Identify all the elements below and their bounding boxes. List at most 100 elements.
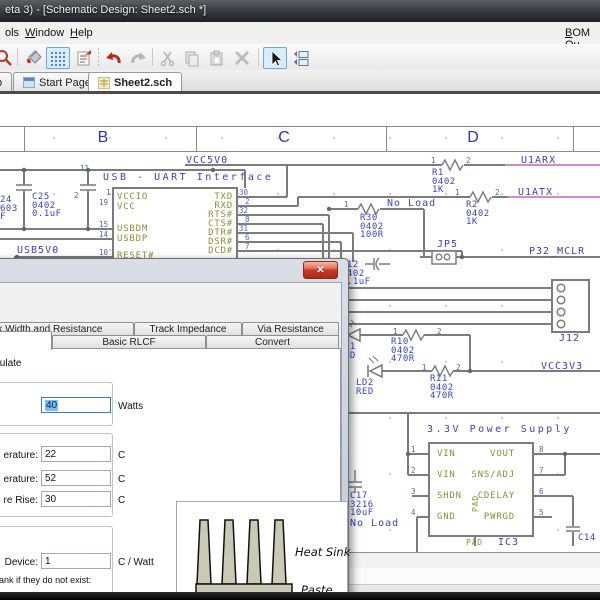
fill-icon [26,50,42,64]
document-tab-bar: b Start Page Sheet2.sch [0,70,600,92]
undo-button[interactable] [102,47,126,69]
pin-name: VIN [437,470,456,480]
tab-heat-sink-active[interactable] [0,331,52,350]
toolbar [0,44,600,71]
tab-bar-edge [0,91,600,94]
pin-name: SNS/ADJ [471,470,515,480]
net-u1atx: U1ATX [518,187,554,198]
device-label: Device: [4,557,38,568]
net-vcc5v0: VCC5V0 [186,155,229,166]
paste-button[interactable] [204,47,228,69]
zoom-button[interactable] [0,47,16,69]
close-icon: ✕ [316,264,325,276]
pin-number: 32 [239,206,249,215]
pin-mark: 2 [495,188,500,197]
device-input[interactable]: 1 [41,553,111,569]
toolbar-separator [17,48,18,66]
dialog-close-button[interactable]: ✕ [303,261,338,279]
pin-number: 5 [539,508,544,517]
pin-name: VOUT [490,449,515,459]
pin-mark: 1 [422,363,427,372]
redo-button[interactable] [126,47,150,69]
temp1-label: erature: [3,450,38,461]
pin-name: GND [437,512,456,522]
cut-icon [160,51,175,67]
menu-bar: ols Window Help BOM Qu [0,22,600,51]
undo-icon [106,52,121,64]
no-load-r30: No Load [387,198,437,209]
net-usb5v0: USB5V0 [17,245,60,256]
pin-number: 8 [245,215,250,224]
c17-label: C17 3216 10uF [350,491,374,518]
pin-mark: 1 [393,327,398,336]
pin-name: USBDM [117,224,149,234]
pin-mark: 2 [437,327,442,336]
pin-number: 4 [411,508,416,517]
pin-name: CDELAY [477,491,515,501]
power-input[interactable]: 40 [41,397,111,413]
pin-number: 7 [539,466,544,475]
paste-icon [210,50,223,66]
pin-mark: 11 [80,164,90,173]
pin-number: 10 [99,248,109,257]
zoom-icon [0,50,12,66]
r10-label: R10 0402 470R [391,337,415,364]
horizontal-scrollbar[interactable] [340,552,600,569]
grid-icon [50,51,66,67]
pin-mark: 1 [344,200,349,209]
grid-toggle-button[interactable] [46,47,70,69]
pin-mark: 1 [455,188,460,197]
temp1-unit: C [118,450,126,461]
temp3-label: re Rise: [3,495,38,506]
temp3-input[interactable]: 30 [41,491,111,507]
status-bar [340,568,600,585]
cut-button[interactable] [156,47,180,69]
tab-sheet2[interactable]: Sheet2.sch [88,72,183,92]
ld2-label: LD2 RED [356,378,374,397]
calculator-dialog: ✕ rack Width and Resistance Track Impeda… [0,258,351,600]
device-unit: C / Watt [118,557,154,568]
pointer-button[interactable] [263,47,287,69]
toolbar-separator [258,48,259,66]
r1-label: R1 0402 1K [432,168,456,195]
heat-sink-label: Heat Sink [295,545,351,559]
temp2-unit: C [118,474,126,485]
pin-name: VCCIO [117,192,149,202]
pin-mark: 2 [466,156,471,165]
copy-icon [185,51,199,67]
net-vcc3v3: VCC3V3 [541,361,584,372]
pin-number: 1 [411,445,416,454]
pointer-icon [271,50,284,67]
start-page-icon [23,77,35,88]
toolbar-separator [152,48,153,66]
pin-number: 30 [239,188,249,197]
pin-number: 1 [106,188,111,197]
c14-label: C14 [578,533,596,543]
heat-sink-diagram-panel: Device Heat Sink Paste Washer Paste [176,501,351,600]
title-bar: eta 3) - [Schematic Design: Sheet2.sch *… [0,0,600,22]
copy-button[interactable] [180,47,204,69]
delete-icon [234,50,250,66]
r11-label: R11 0402 470R [430,374,454,401]
temp2-label: erature: [3,474,38,485]
r30-label: R30 0402 100R [360,213,384,240]
menu-item-help[interactable]: Help [65,25,98,41]
properties-button[interactable] [72,47,96,69]
pin-number: 6 [539,487,544,496]
pin-mark: 2 [74,191,79,200]
component-spin-button[interactable] [288,47,312,69]
window-bottom-edge [0,592,600,600]
temp1-input[interactable]: 22 [41,446,111,462]
fill-button[interactable] [22,47,46,69]
r2-label: R2 0402 1K [466,200,490,227]
pin-name: DCD# [208,246,233,256]
pin-number: 2 [411,466,416,475]
menu-item-window[interactable]: Window [20,25,69,41]
status-bar-lower [340,585,600,592]
net-u1arx: U1ARX [521,155,557,166]
power-unit: Watts [118,401,144,412]
tab-partial[interactable]: b [0,72,13,92]
temp2-input[interactable]: 52 [41,470,111,486]
delete-button[interactable] [230,47,254,69]
pin-number: 19 [99,198,109,207]
